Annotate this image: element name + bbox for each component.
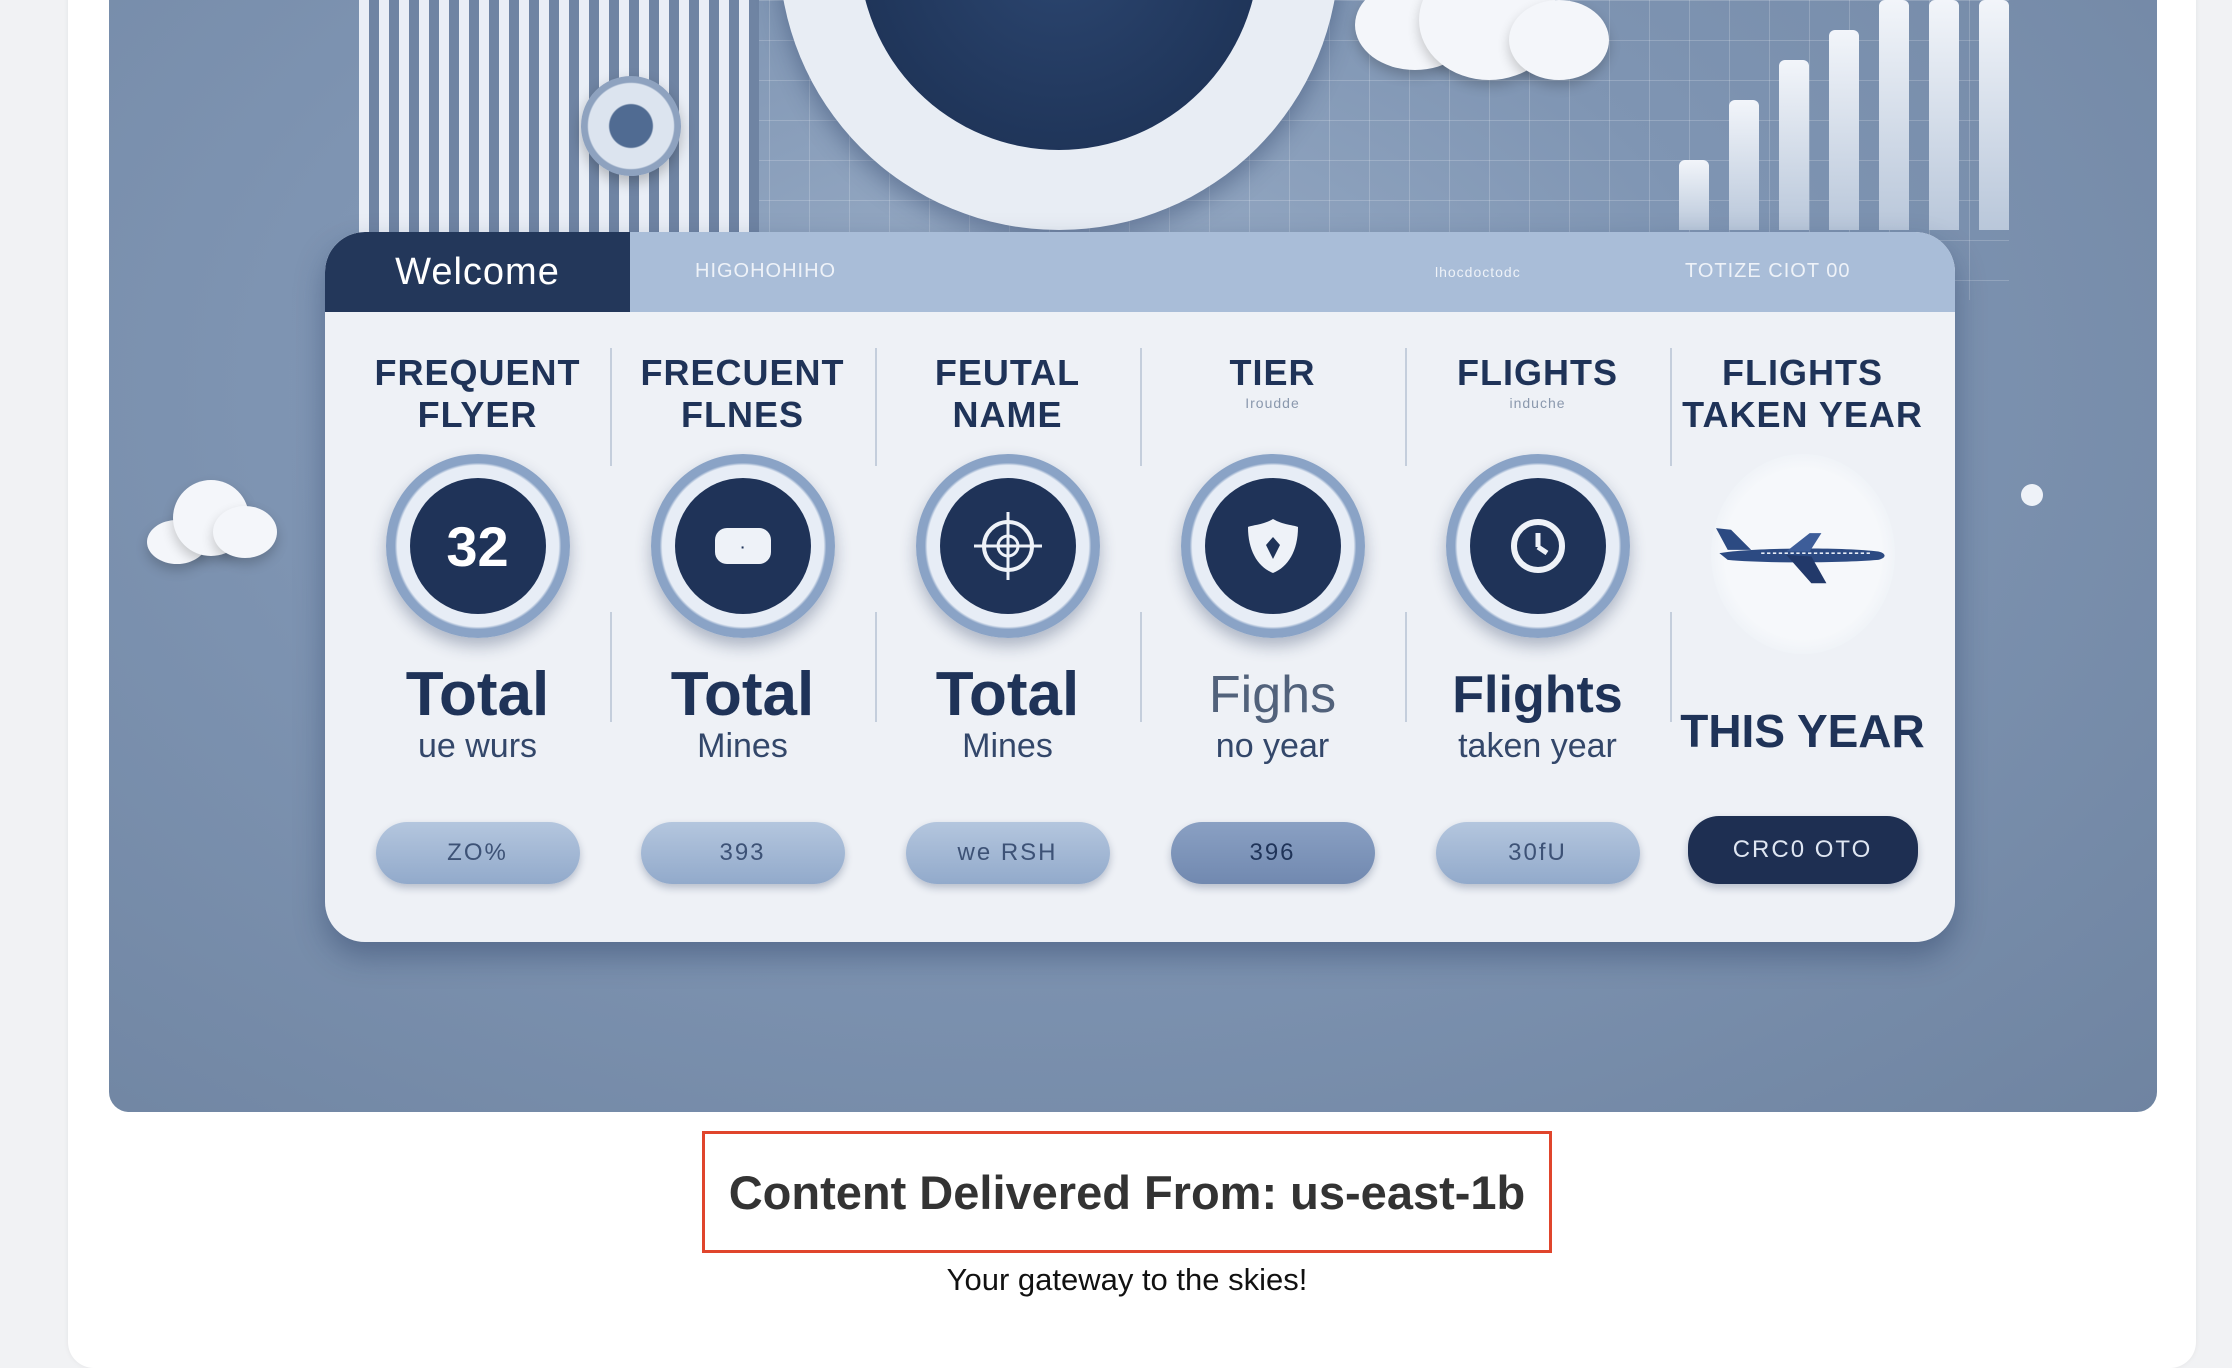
panel-header: Welcome HIGOHOHIHO lhocdoctodc TOTIZE CI…	[325, 232, 1955, 312]
stat-sublabel: Mines	[962, 727, 1053, 765]
decorative-dot	[2021, 484, 2043, 506]
column-subtitle: induche	[1509, 395, 1566, 411]
stat-sublabel: no year	[1215, 727, 1330, 765]
badge: 32	[385, 454, 570, 638]
chat-bubble-icon: ·	[674, 478, 811, 614]
clock-icon	[1469, 478, 1606, 614]
region-text: Content Delivered From: us-east-1b	[728, 1165, 1526, 1219]
header-text-right-b: TOTIZE CIOT 00	[1685, 260, 1851, 282]
stat-pill: CRC0 OTO	[1687, 816, 1918, 884]
stat-column: FLIGHTS induche Flights taken year 30fU	[1405, 322, 1670, 922]
badge-number: 32	[409, 478, 546, 614]
stat-pill: 396	[1170, 822, 1375, 884]
svg-text:·: ·	[740, 539, 745, 555]
cloud-icon	[213, 506, 277, 558]
header-text-right-a: lhocdoctodc	[1435, 264, 1521, 280]
header-text-left: HIGOHOHIHO	[695, 260, 837, 282]
badge: ·	[650, 454, 835, 638]
column-title: FREQUENT FLYER	[374, 352, 581, 435]
bar-graphic	[1559, 0, 2059, 230]
stat-column: FRECUENT FLNES · Total Mines 393	[610, 322, 875, 922]
stat-label: Total	[935, 660, 1080, 729]
stat-pill: ZO%	[375, 822, 580, 884]
stat-sublabel: Mines	[697, 727, 788, 765]
ring-gauge-icon	[581, 76, 681, 176]
airplane-icon	[1710, 454, 1895, 654]
stat-column: TIER Iroudde Fighs no year 396	[1140, 322, 1405, 922]
badge	[915, 454, 1100, 638]
badge	[1180, 454, 1365, 638]
stat-column: FEUTAL NAME Total Mines we RSH	[875, 322, 1140, 922]
stat-label: THIS YEAR	[1680, 705, 1925, 757]
stat-columns: FREQUENT FLYER 32 Total ue wurs ZO% FREC…	[345, 322, 1935, 922]
stat-label: Total	[405, 660, 550, 729]
column-subtitle: Iroudde	[1245, 395, 1300, 411]
column-title: FRECUENT FLNES	[640, 352, 845, 435]
dashboard-panel: Welcome HIGOHOHIHO lhocdoctodc TOTIZE CI…	[325, 232, 1955, 942]
badge	[1445, 454, 1630, 638]
stat-label: Fighs	[1208, 666, 1337, 724]
target-icon	[939, 478, 1076, 614]
column-title: FEUTAL NAME	[934, 352, 1081, 435]
welcome-tab: Welcome	[325, 232, 630, 312]
stat-label: Total	[670, 660, 815, 729]
stat-pill: we RSH	[905, 822, 1110, 884]
stat-sublabel: taken year	[1458, 727, 1617, 765]
tagline: Your gateway to the skies!	[946, 1262, 1308, 1297]
column-title: TIER Iroudde	[1140, 352, 1405, 448]
shield-icon	[1204, 478, 1341, 614]
column-title: FLIGHTS induche	[1405, 352, 1670, 448]
stat-pill: 30fU	[1435, 822, 1640, 884]
cloud-icon	[1509, 0, 1609, 80]
column-title: FLIGHTS TAKEN YEAR	[1682, 352, 1923, 435]
stat-column: FREQUENT FLYER 32 Total ue wurs ZO%	[345, 322, 610, 922]
stat-pill: 393	[640, 822, 845, 884]
region-highlight-box: Content Delivered From: us-east-1b	[702, 1131, 1552, 1253]
hero-image: Welcome HIGOHOHIHO lhocdoctodc TOTIZE CI…	[109, 0, 2157, 1112]
stat-column: FLIGHTS TAKEN YEAR THIS YEAR CRC0 OTO	[1670, 322, 1935, 922]
stat-label: Flights	[1452, 666, 1623, 724]
stat-sublabel: ue wurs	[417, 727, 538, 765]
